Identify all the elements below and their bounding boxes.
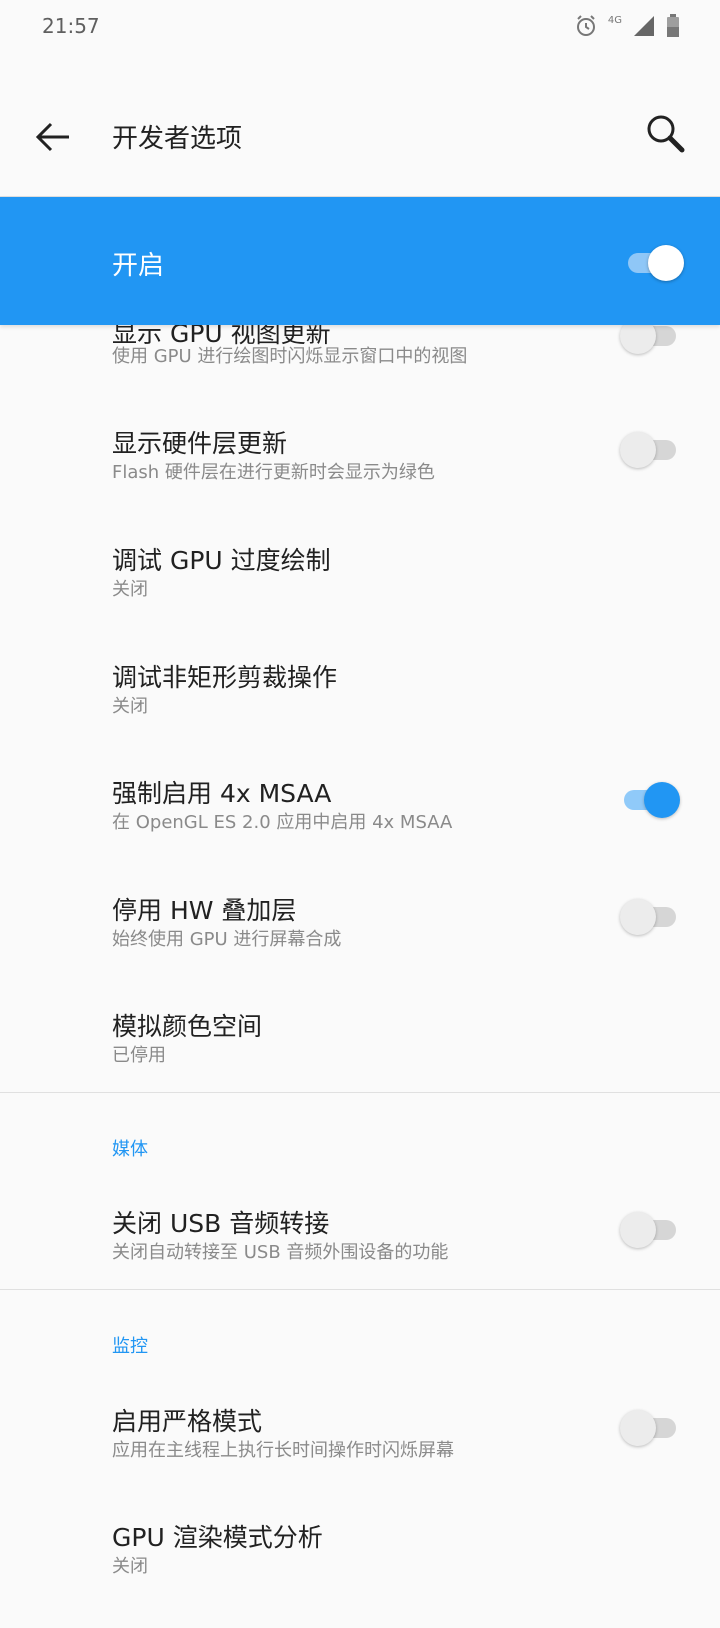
switch-thumb	[648, 245, 684, 281]
setting-gpu-rendering-profile[interactable]: GPU 渲染模式分析 关闭	[0, 1512, 720, 1628]
back-button[interactable]	[30, 114, 76, 160]
search-icon	[647, 115, 685, 153]
setting-debug-gpu-overdraw[interactable]: 调试 GPU 过度绘制 关闭	[0, 535, 720, 651]
setting-title: 调试 GPU 过度绘制	[112, 546, 331, 575]
section-header-media: 媒体	[112, 1139, 148, 1160]
alarm-icon	[574, 14, 598, 42]
status-bar: 21:57 4G	[0, 0, 720, 56]
battery-icon	[666, 14, 680, 42]
section-header-monitoring: 监控	[112, 1336, 148, 1357]
arrow-left-icon	[35, 122, 69, 152]
setting-summary: 关闭自动转接至 USB 音频外围设备的功能	[112, 1242, 449, 1263]
app-bar: 开发者选项	[0, 56, 720, 197]
setting-summary: 应用在主线程上执行长时间操作时闪烁屏幕	[112, 1440, 454, 1461]
setting-show-hardware-layer-updates[interactable]: 显示硬件层更新 Flash 硬件层在进行更新时会显示为绿色	[0, 418, 720, 534]
setting-switch[interactable]	[620, 899, 680, 935]
setting-summary: 已停用	[112, 1045, 166, 1066]
setting-summary: Flash 硬件层在进行更新时会显示为绿色	[112, 462, 435, 483]
section-divider	[0, 1289, 720, 1290]
setting-title: 模拟颜色空间	[112, 1012, 263, 1041]
setting-summary: 使用 GPU 进行绘图时闪烁显示窗口中的视图	[112, 346, 468, 367]
page-title: 开发者选项	[112, 124, 243, 154]
setting-switch[interactable]	[620, 432, 680, 468]
setting-switch[interactable]	[620, 782, 680, 818]
status-icons: 4G	[574, 14, 680, 42]
setting-switch[interactable]	[620, 1212, 680, 1248]
setting-summary: 关闭	[112, 1556, 148, 1577]
developer-options-master-bar[interactable]: 开启	[0, 197, 720, 325]
setting-title: 启用严格模式	[112, 1407, 263, 1436]
setting-title: 强制启用 4x MSAA	[112, 779, 332, 808]
setting-summary: 在 OpenGL ES 2.0 应用中启用 4x MSAA	[112, 812, 453, 833]
setting-force-4x-msaa[interactable]: 强制启用 4x MSAA 在 OpenGL ES 2.0 应用中启用 4x MS…	[0, 768, 720, 884]
setting-switch[interactable]	[620, 1410, 680, 1446]
status-time: 21:57	[42, 14, 100, 38]
master-switch-label: 开启	[112, 251, 165, 281]
setting-title: 停用 HW 叠加层	[112, 896, 297, 925]
signal-icon	[632, 14, 656, 42]
setting-summary: 始终使用 GPU 进行屏幕合成	[112, 929, 342, 950]
setting-simulate-color-space[interactable]: 模拟颜色空间 已停用	[0, 1001, 720, 1117]
setting-title: GPU 渲染模式分析	[112, 1523, 323, 1552]
setting-summary: 关闭	[112, 696, 148, 717]
master-switch[interactable]	[628, 245, 684, 281]
setting-title: 显示硬件层更新	[112, 429, 288, 458]
network-type: 4G	[607, 14, 622, 26]
setting-strict-mode[interactable]: 启用严格模式 应用在主线程上执行长时间操作时闪烁屏幕	[0, 1396, 720, 1512]
setting-summary: 关闭	[112, 579, 148, 600]
section-divider	[0, 1092, 720, 1093]
setting-disable-hw-overlays[interactable]: 停用 HW 叠加层 始终使用 GPU 进行屏幕合成	[0, 885, 720, 1001]
setting-disable-usb-audio-routing[interactable]: 关闭 USB 音频转接 关闭自动转接至 USB 音频外围设备的功能	[0, 1198, 720, 1314]
setting-title: 调试非矩形剪裁操作	[112, 663, 338, 692]
search-button[interactable]	[644, 112, 690, 158]
setting-title: 关闭 USB 音频转接	[112, 1209, 330, 1238]
setting-debug-non-rect-clip[interactable]: 调试非矩形剪裁操作 关闭	[0, 652, 720, 768]
